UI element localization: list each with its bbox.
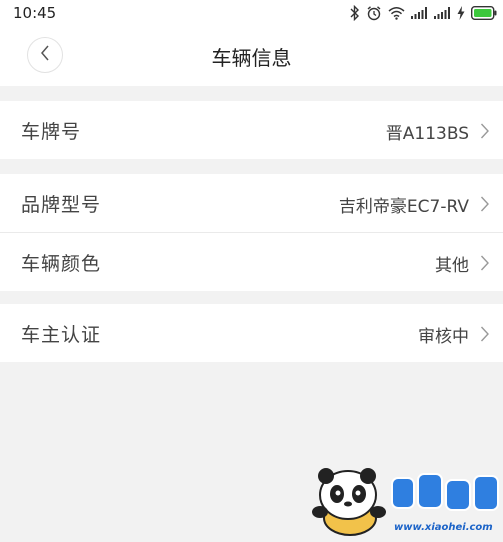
status-icons [350,4,497,22]
status-time: 10:45 [13,4,57,22]
row-value: 审核中 [418,327,469,347]
brand-model-row[interactable]: 品牌型号 吉利帝豪EC7-RV [0,174,503,232]
vehicle-color-row[interactable]: 车辆颜色 其他 [0,233,503,291]
chevron-right-icon [480,196,489,212]
signal-icon [411,7,428,19]
row-label: 车主认证 [21,324,102,346]
watermark-logo: www.xiaohei.com [308,468,503,538]
bluetooth-icon [350,5,360,21]
row-value: 其他 [435,256,469,276]
row-value: 晋A113BS [385,124,469,144]
header-bar: 车辆信息 [0,28,503,86]
battery-icon [471,6,497,20]
row-label: 品牌型号 [21,194,102,216]
chevron-right-icon [480,123,489,139]
row-label: 车辆颜色 [21,253,102,275]
owner-verification-row[interactable]: 车主认证 审核中 [0,304,503,362]
chevron-right-icon [480,255,489,271]
status-bar: 10:45 [0,0,503,28]
charging-icon [457,6,465,20]
row-label: 车牌号 [21,121,82,143]
chevron-right-icon [480,326,489,342]
row-value: 吉利帝豪EC7-RV [338,197,469,217]
alarm-icon [366,5,382,21]
wifi-icon [388,6,405,20]
page-title: 车辆信息 [211,46,292,70]
watermark-url: www.xiaohei.com [394,522,493,533]
plate-number-row[interactable]: 车牌号 晋A113BS [0,101,503,159]
signal-icon [434,7,451,19]
